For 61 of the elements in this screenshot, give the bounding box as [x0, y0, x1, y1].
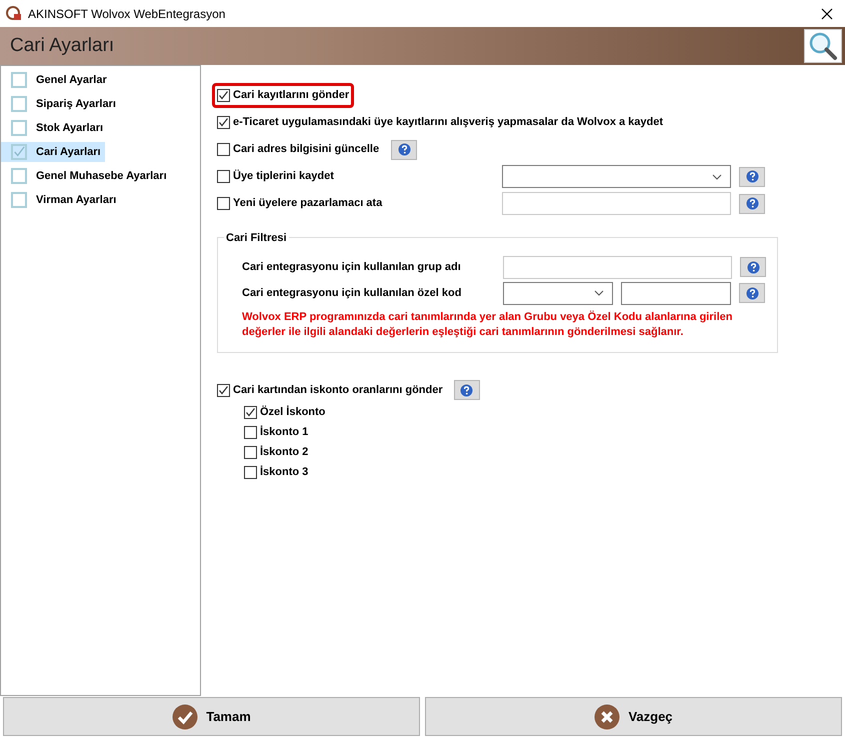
input-field[interactable]: [621, 282, 731, 304]
checkbox[interactable]: [217, 170, 230, 183]
question-mark-icon: [746, 286, 758, 300]
sidebar-item[interactable]: Cari Ayarları: [1, 142, 105, 162]
checkbox[interactable]: [217, 197, 230, 210]
checkbox[interactable]: [244, 426, 257, 438]
question-mark-icon: [746, 197, 758, 210]
info-note: Wolvox ERP programınızda cari tanımlarında yer alan Grubu veya Özel Kodu alanlarına girilen değerler ile ilgili alandaki değerlerin eşleştiği cari tanımlarının gönderilmesi sağlanır.: [242, 310, 734, 340]
search-icon: [808, 31, 838, 61]
app-icon: [6, 6, 22, 22]
help-button[interactable]: [739, 283, 765, 303]
option-checkbox-row[interactable]: Yeni üyelere pazarlamacı ata: [217, 195, 382, 212]
check-icon: [172, 704, 198, 730]
checkbox[interactable]: [244, 466, 257, 478]
chevron-down-icon: [712, 174, 722, 180]
option-label: İskonto 1: [260, 424, 308, 440]
sidebar-item[interactable]: Stok Ayarları: [1, 118, 108, 138]
page-title: Cari Ayarları: [10, 34, 116, 58]
field-label: Cari entegrasyonu için kullanılan özel kod: [242, 286, 462, 301]
cancel-button[interactable]: Vazgeç: [425, 697, 842, 736]
sidebar-item[interactable]: Virman Ayarları: [1, 190, 120, 210]
option-label: Üye tiplerini kaydet: [233, 168, 334, 184]
help-button[interactable]: [740, 257, 766, 277]
sidebar-item[interactable]: Genel Muhasebe Ayarları: [1, 166, 171, 186]
option-label: İskonto 2: [260, 444, 308, 460]
help-button[interactable]: [454, 380, 480, 400]
checkbox[interactable]: [217, 116, 230, 129]
window-title: AKINSOFT Wolvox WebEntegrasyon: [28, 6, 226, 22]
field-label: Cari entegrasyonu için kullanılan grup adı: [242, 260, 462, 275]
close-icon[interactable]: [821, 8, 833, 20]
help-button[interactable]: [739, 166, 765, 186]
dropdown[interactable]: [503, 282, 613, 304]
checkbox[interactable]: [217, 89, 230, 102]
close-icon: [594, 704, 620, 730]
option-label: İskonto 3: [260, 464, 308, 480]
question-mark-icon: [746, 260, 760, 274]
option-label: Yeni üyelere pazarlamacı ata: [233, 196, 382, 212]
checkbox[interactable]: [217, 384, 230, 396]
input-field[interactable]: [503, 256, 732, 278]
checkbox[interactable]: [244, 406, 257, 418]
search-button[interactable]: [804, 29, 842, 63]
option-label: Cari adres bilgisini güncelle: [233, 142, 380, 158]
option-label: Cari kartından iskonto oranlarını gönder: [233, 382, 443, 398]
option-checkbox-row[interactable]: Üye tiplerini kaydet: [217, 168, 334, 185]
sidebar-item[interactable]: Genel Ayarlar: [1, 70, 111, 90]
option-label: Özel İskonto: [260, 404, 326, 420]
chevron-down-icon: [594, 290, 604, 296]
help-button[interactable]: [739, 194, 765, 214]
checkbox[interactable]: [217, 143, 230, 156]
option-checkbox-row[interactable]: Cari adres bilgisini güncelle: [217, 141, 380, 158]
checkbox[interactable]: [244, 446, 257, 458]
option-checkbox-row[interactable]: Cari kayıtlarını gönder: [212, 83, 354, 108]
ok-button[interactable]: Tamam: [3, 697, 420, 736]
dropdown[interactable]: [502, 165, 731, 188]
question-mark-icon: [460, 384, 474, 396]
input-field[interactable]: [502, 192, 731, 215]
sidebar-item[interactable]: Sipariş Ayarları: [1, 94, 120, 114]
help-button[interactable]: [391, 140, 418, 160]
option-label: Cari kayıtlarını gönder: [233, 88, 350, 104]
question-mark-icon: [398, 143, 411, 156]
question-mark-icon: [746, 170, 758, 183]
